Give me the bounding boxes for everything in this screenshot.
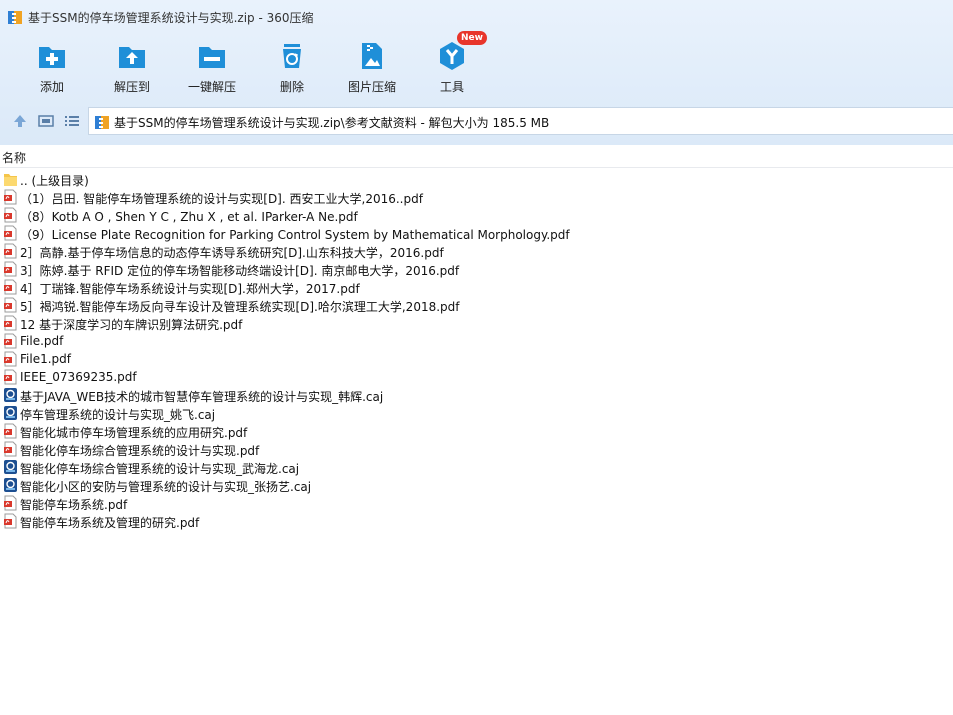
extract-to-icon xyxy=(119,47,145,68)
file-row[interactable]: 智能化小区的安防与管理系统的设计与实现_张扬艺.caj xyxy=(0,476,953,494)
file-list: 名称 .. (上级目录) （1）吕田. 智能停车场管理系统的设计与实现[D]. 西… xyxy=(0,145,953,715)
file-row[interactable]: 智能化停车场综合管理系统的设计与实现_武海龙.caj xyxy=(0,458,953,476)
file-name: 5］褐鸿锐.智能停车场反向寻车设计及管理系统实现[D].哈尔滨理工大学,2018… xyxy=(20,300,460,314)
file-name: 12 基于深度学习的车牌识别算法研究.pdf xyxy=(20,318,243,332)
folder-icon xyxy=(3,171,18,187)
pdf-file-icon xyxy=(3,315,18,331)
extract-to-button[interactable]: 解压到 xyxy=(93,38,171,100)
file-row[interactable]: 智能停车场系统.pdf xyxy=(0,494,953,512)
image-compress-button[interactable]: 图片压缩 xyxy=(333,38,411,100)
one-click-extract-icon xyxy=(199,47,225,68)
column-name-label: 名称 xyxy=(2,151,27,165)
file-row[interactable]: 4］丁瑞锋.智能停车场系统设计与实现[D].郑州大学，2017.pdf xyxy=(0,278,953,296)
pdf-file-icon xyxy=(3,279,18,295)
caj-file-icon xyxy=(3,459,18,475)
image-compress-icon xyxy=(362,43,382,69)
pdf-file-icon xyxy=(3,513,18,529)
file-row[interactable]: （1）吕田. 智能停车场管理系统的设计与实现[D]. 西安工业大学,2016..… xyxy=(0,188,953,206)
file-name: 智能停车场系统及管理的研究.pdf xyxy=(20,516,200,530)
add-label: 添加 xyxy=(39,80,64,94)
pdf-file-icon xyxy=(3,225,18,241)
list-view-icon[interactable] xyxy=(63,112,81,130)
file-name: File.pdf xyxy=(20,334,64,348)
pdf-file-icon xyxy=(3,423,18,439)
caj-file-icon xyxy=(3,477,18,493)
file-name: （9）License Plate Recognition for Parking… xyxy=(20,228,570,242)
pdf-file-icon xyxy=(3,297,18,313)
file-name: 2］高静.基于停车场信息的动态停车诱导系统研究[D].山东科技大学，2016.p… xyxy=(20,246,444,260)
tools-button[interactable]: New 工具 xyxy=(413,31,491,100)
pdf-file-icon xyxy=(3,243,18,259)
file-name: IEEE_07369235.pdf xyxy=(20,370,137,384)
archive-app-icon xyxy=(8,11,22,24)
file-name: 3］陈婷.基于 RFID 定位的停车场智能移动终端设计[D]. 南京邮电大学，2… xyxy=(20,264,460,278)
pdf-file-icon xyxy=(3,495,18,511)
address-bar[interactable]: 基于SSM的停车场管理系统设计与实现.zip\参考文献资料 - 解包大小为 18… xyxy=(88,107,953,135)
file-row[interactable]: 智能化城市停车场管理系统的应用研究.pdf xyxy=(0,422,953,440)
file-name: 智能化小区的安防与管理系统的设计与实现_张扬艺.caj xyxy=(20,480,312,494)
app-header: 基于SSM的停车场管理系统设计与实现.zip - 360压缩 添加 解压到 一键… xyxy=(0,0,953,145)
parent-folder-row[interactable]: .. (上级目录) xyxy=(0,170,953,188)
add-icon xyxy=(39,47,65,68)
file-name: 智能化停车场综合管理系统的设计与实现.pdf xyxy=(20,444,260,458)
file-name: 停车管理系统的设计与实现_姚飞.caj xyxy=(20,408,216,422)
file-row[interactable]: File.pdf xyxy=(0,332,953,350)
file-name: .. (上级目录) xyxy=(20,174,89,188)
toolbar: 添加 解压到 一键解压 删除 图片压缩 New 工具 xyxy=(0,31,953,100)
file-name: （8）Kotb A O , Shen Y C , Zhu X , et al. … xyxy=(20,210,358,224)
new-badge: New xyxy=(457,31,487,45)
navigation-bar: 基于SSM的停车场管理系统设计与实现.zip\参考文献资料 - 解包大小为 18… xyxy=(0,106,953,138)
archive-icon xyxy=(95,116,109,129)
current-path: 基于SSM的停车场管理系统设计与实现.zip\参考文献资料 - 解包大小为 18… xyxy=(114,116,550,130)
file-rows: .. (上级目录) （1）吕田. 智能停车场管理系统的设计与实现[D]. 西安工业… xyxy=(0,170,953,530)
file-name: 智能化停车场综合管理系统的设计与实现_武海龙.caj xyxy=(20,462,300,476)
caj-file-icon xyxy=(3,387,18,403)
file-name: 4］丁瑞锋.智能停车场系统设计与实现[D].郑州大学，2017.pdf xyxy=(20,282,360,296)
pdf-file-icon xyxy=(3,207,18,223)
file-name: （1）吕田. 智能停车场管理系统的设计与实现[D]. 西安工业大学,2016..… xyxy=(20,192,423,206)
file-row[interactable]: （9）License Plate Recognition for Parking… xyxy=(0,224,953,242)
file-row[interactable]: 5］褐鸿锐.智能停车场反向寻车设计及管理系统实现[D].哈尔滨理工大学,2018… xyxy=(0,296,953,314)
up-arrow-icon[interactable] xyxy=(11,112,29,130)
extract-to-label: 解压到 xyxy=(113,80,150,94)
column-header-name[interactable]: 名称 xyxy=(0,145,953,168)
pdf-file-icon xyxy=(3,369,18,385)
file-row[interactable]: 基于JAVA_WEB技术的城市智慧停车管理系统的设计与实现_韩辉.caj xyxy=(0,386,953,404)
add-button[interactable]: 添加 xyxy=(13,38,91,100)
file-name: File1.pdf xyxy=(20,352,71,366)
one-click-extract-label: 一键解压 xyxy=(187,80,236,94)
file-row[interactable]: File1.pdf xyxy=(0,350,953,368)
thumbnail-view-icon[interactable] xyxy=(37,112,55,130)
pdf-file-icon xyxy=(3,351,18,367)
file-row[interactable]: 12 基于深度学习的车牌识别算法研究.pdf xyxy=(0,314,953,332)
file-name: 智能停车场系统.pdf xyxy=(20,498,128,512)
file-name: 智能化城市停车场管理系统的应用研究.pdf xyxy=(20,426,248,440)
delete-icon xyxy=(283,44,301,68)
file-row[interactable]: 智能化停车场综合管理系统的设计与实现.pdf xyxy=(0,440,953,458)
title-bar: 基于SSM的停车场管理系统设计与实现.zip - 360压缩 xyxy=(0,0,953,34)
pdf-file-icon xyxy=(3,261,18,277)
tools-label: 工具 xyxy=(439,80,464,94)
one-click-extract-button[interactable]: 一键解压 xyxy=(173,38,251,100)
image-compress-label: 图片压缩 xyxy=(347,80,396,94)
window-title: 基于SSM的停车场管理系统设计与实现.zip - 360压缩 xyxy=(28,11,314,25)
file-row[interactable]: （8）Kotb A O , Shen Y C , Zhu X , et al. … xyxy=(0,206,953,224)
pdf-file-icon xyxy=(3,189,18,205)
delete-button[interactable]: 删除 xyxy=(253,38,331,100)
pdf-file-icon xyxy=(3,441,18,457)
file-name: 基于JAVA_WEB技术的城市智慧停车管理系统的设计与实现_韩辉.caj xyxy=(20,390,384,404)
file-row[interactable]: 3］陈婷.基于 RFID 定位的停车场智能移动终端设计[D]. 南京邮电大学，2… xyxy=(0,260,953,278)
file-row[interactable]: 2］高静.基于停车场信息的动态停车诱导系统研究[D].山东科技大学，2016.p… xyxy=(0,242,953,260)
delete-label: 删除 xyxy=(279,80,304,94)
file-row[interactable]: 智能停车场系统及管理的研究.pdf xyxy=(0,512,953,530)
file-row[interactable]: IEEE_07369235.pdf xyxy=(0,368,953,386)
file-row[interactable]: 停车管理系统的设计与实现_姚飞.caj xyxy=(0,404,953,422)
pdf-file-icon xyxy=(3,333,18,349)
caj-file-icon xyxy=(3,405,18,421)
